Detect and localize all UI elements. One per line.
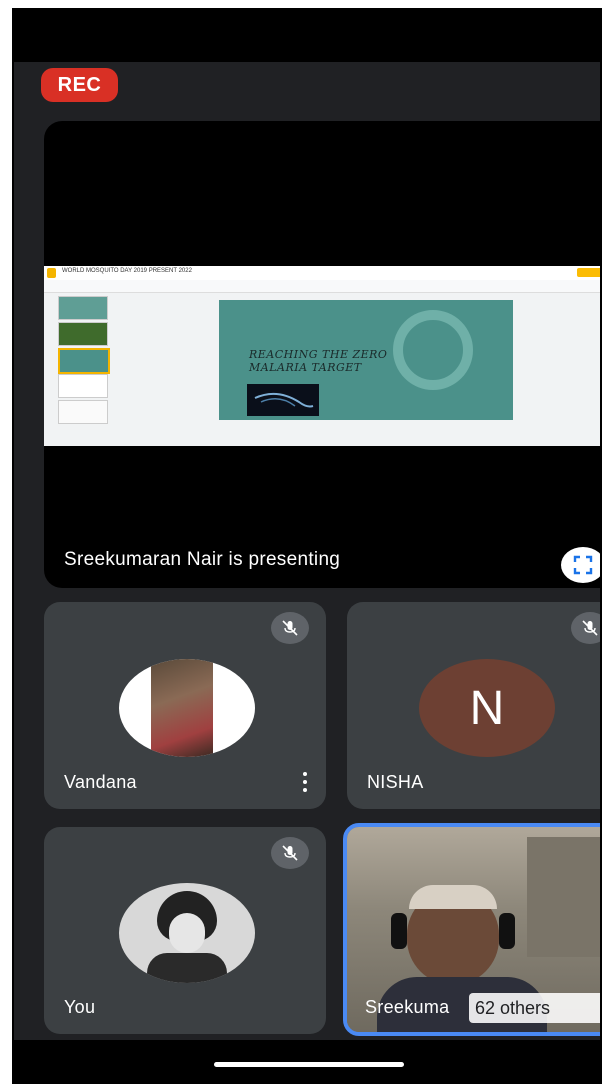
participant-avatar bbox=[119, 883, 255, 983]
recording-badge: REC bbox=[41, 68, 118, 102]
slides-logo-icon bbox=[47, 268, 56, 278]
slide-thumbnail bbox=[58, 348, 110, 374]
others-count-badge[interactable]: 62 others bbox=[469, 993, 600, 1023]
mic-off-icon bbox=[571, 612, 600, 644]
slide-heading: REACHING THE ZERO MALARIA TARGET bbox=[249, 348, 387, 374]
headphone-right bbox=[499, 913, 515, 949]
mic-off-icon bbox=[271, 837, 309, 869]
slide-heading-line1: REACHING THE ZERO bbox=[249, 348, 388, 361]
participant-name: You bbox=[64, 997, 96, 1017]
slide-thumbnail bbox=[58, 296, 108, 320]
fullscreen-button[interactable] bbox=[561, 547, 600, 583]
participant-tile-vandana[interactable]: Vandana bbox=[44, 602, 326, 809]
slides-doc-title: WORLD MOSQUITO DAY 2019 PRESENT 2022 bbox=[62, 268, 192, 274]
slide-thumbnail bbox=[58, 374, 108, 398]
participant-tile-active-speaker[interactable]: Sreekuma 62 others bbox=[343, 823, 600, 1036]
participant-initial: N bbox=[469, 681, 505, 735]
headphone-left bbox=[391, 913, 407, 949]
participant-tile-you[interactable]: You bbox=[44, 827, 326, 1034]
participant-avatar bbox=[119, 659, 255, 757]
home-indicator[interactable] bbox=[214, 1062, 404, 1067]
decorative-ring-shape bbox=[393, 310, 473, 390]
slide-heading-line2: MALARIA TARGET bbox=[249, 361, 362, 374]
slide-canvas: REACHING THE ZERO MALARIA TARGET bbox=[219, 300, 513, 420]
participant-name: Sreekuma bbox=[365, 997, 450, 1017]
mic-off-icon bbox=[271, 612, 309, 644]
slides-menu-bar bbox=[44, 280, 600, 293]
presentation-stage[interactable]: WORLD MOSQUITO DAY 2019 PRESENT 2022 REA… bbox=[44, 121, 600, 588]
slides-thumbnails bbox=[50, 296, 110, 441]
meet-call-screen: REC WORLD MOSQUITO DAY 2019 PRESENT 2022… bbox=[12, 8, 602, 1084]
speaker-hair bbox=[409, 885, 497, 909]
slide-thumbnail bbox=[58, 322, 108, 346]
status-bar bbox=[14, 10, 600, 62]
slides-title-bar: WORLD MOSQUITO DAY 2019 PRESENT 2022 bbox=[44, 266, 600, 281]
participant-initial-avatar: N bbox=[419, 659, 555, 757]
mosquito-image bbox=[247, 384, 319, 416]
more-options-icon[interactable] bbox=[302, 772, 308, 794]
participant-name: NISHA bbox=[367, 772, 424, 792]
background-cabinet bbox=[527, 837, 600, 957]
presenter-status-label: Sreekumaran Nair is presenting bbox=[64, 549, 341, 570]
slides-share-button bbox=[577, 268, 600, 277]
shared-screen-slides: WORLD MOSQUITO DAY 2019 PRESENT 2022 REA… bbox=[44, 266, 600, 446]
fullscreen-icon bbox=[573, 555, 593, 575]
slide-thumbnail bbox=[58, 400, 108, 424]
participant-tile-nisha[interactable]: N NISHA bbox=[347, 602, 600, 809]
participant-name: Vandana bbox=[64, 772, 137, 792]
